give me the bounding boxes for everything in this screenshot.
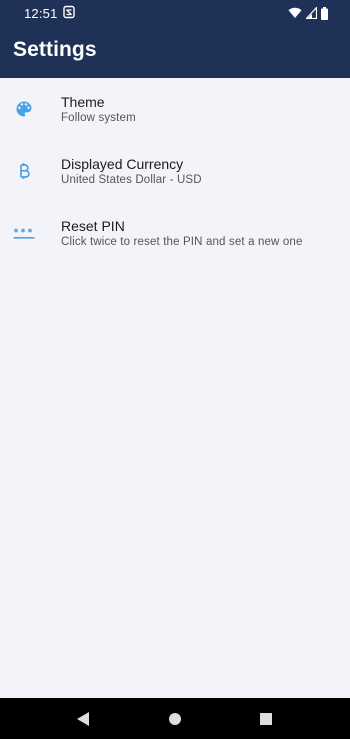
back-icon[interactable] <box>75 710 93 728</box>
bitcoin-icon <box>13 160 35 182</box>
setting-item-reset-pin[interactable]: Reset PIN Click twice to reset the PIN a… <box>0 212 350 270</box>
notification-icon <box>63 5 75 19</box>
nav-bar <box>0 698 350 739</box>
setting-subtitle: Click twice to reset the PIN and set a n… <box>61 236 303 248</box>
signal-icon <box>306 7 317 19</box>
status-time: 12:51 <box>24 6 58 21</box>
setting-subtitle: Follow system <box>61 112 136 124</box>
recents-icon[interactable] <box>257 710 275 728</box>
setting-item-theme[interactable]: Theme Follow system <box>0 88 350 146</box>
setting-title: Displayed Currency <box>61 156 184 172</box>
page-title: Settings <box>13 38 97 61</box>
setting-title: Theme <box>61 94 105 110</box>
home-icon[interactable] <box>166 710 184 728</box>
battery-icon <box>321 6 328 20</box>
status-bar: 12:51 <box>0 0 350 26</box>
pin-icon <box>13 222 35 244</box>
settings-list: Theme Follow system Displayed Currency U… <box>0 78 350 698</box>
app-bar: Settings <box>0 26 350 78</box>
status-icons <box>288 6 328 20</box>
wifi-icon <box>288 7 302 19</box>
setting-item-currency[interactable]: Displayed Currency United States Dollar … <box>0 150 350 208</box>
palette-icon <box>13 98 35 120</box>
setting-title: Reset PIN <box>61 218 125 234</box>
setting-subtitle: United States Dollar - USD <box>61 174 202 186</box>
